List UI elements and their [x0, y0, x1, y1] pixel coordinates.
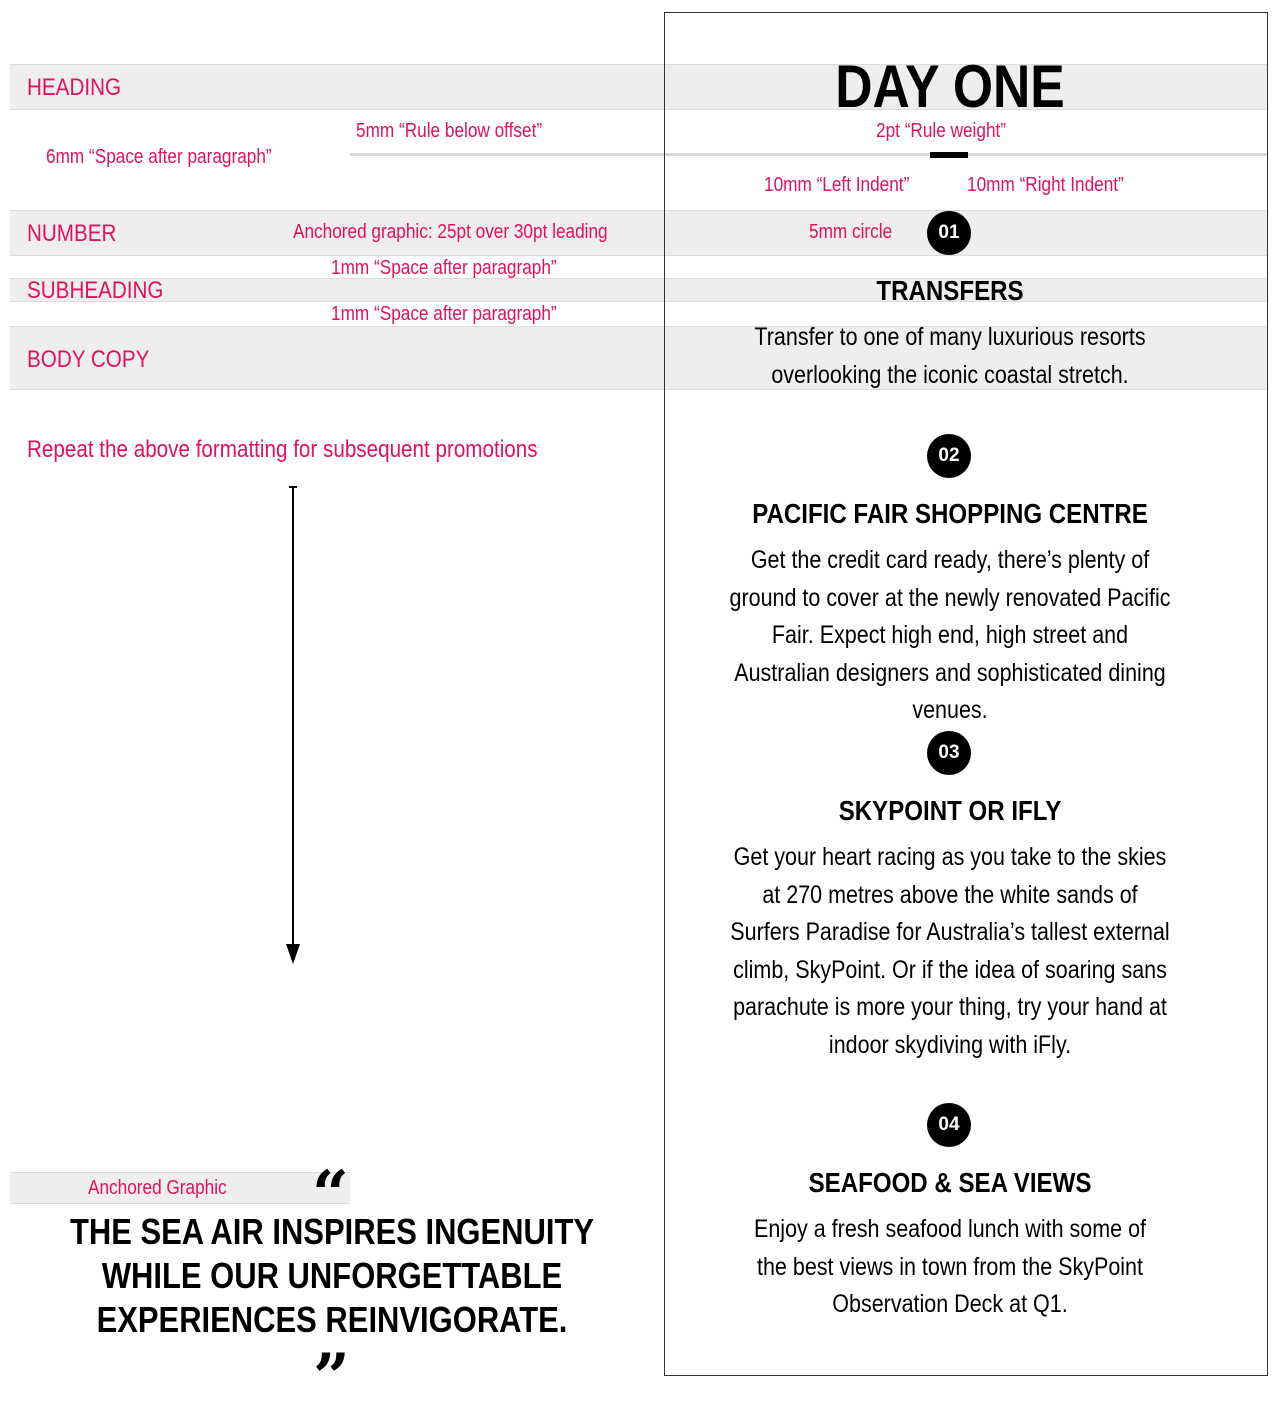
- item-title: SEAFOOD & SEA VIEWS: [808, 1167, 1092, 1198]
- pull-quote: THE SEA AIR INSPIRES INGENUITY WHILE OUR…: [69, 1211, 595, 1340]
- item-title: TRANSFERS: [876, 275, 1024, 306]
- down-arrow-icon: [286, 486, 300, 964]
- day-heading: DAY ONE: [835, 53, 1065, 120]
- body-copy-label: BODY COPY: [27, 346, 150, 373]
- item-body: Get the credit card ready, there’s plent…: [729, 546, 1171, 724]
- heading-rule: [930, 152, 968, 158]
- number-label: NUMBER: [27, 220, 117, 247]
- number-circle: 04: [927, 1103, 971, 1147]
- item-title: PACIFIC FAIR SHOPPING CENTRE: [752, 498, 1148, 529]
- space-after-subheading-note: 1mm “Space after paragraph”: [331, 303, 557, 325]
- number-circle: 02: [927, 434, 971, 478]
- close-quote-icon: ”: [313, 1340, 350, 1415]
- anchored-graphic-note: Anchored graphic: 25pt over 30pt leading: [293, 221, 608, 243]
- subheading-label: SUBHEADING: [27, 277, 164, 304]
- item-body: Get your heart racing as you take to the…: [730, 843, 1170, 1059]
- rule-below-offset-note: 5mm “Rule below offset”: [356, 120, 543, 142]
- item-title: SKYPOINT OR IFLY: [838, 795, 1062, 826]
- heading-label: HEADING: [27, 74, 122, 101]
- item-body: Transfer to one of many luxurious resort…: [754, 323, 1146, 389]
- item-body: Enjoy a fresh seafood lunch with some of…: [754, 1215, 1146, 1318]
- anchored-graphic-quote-note: Anchored Graphic: [88, 1177, 227, 1199]
- number-circle: 01: [927, 211, 971, 255]
- number-circle: 03: [927, 731, 971, 775]
- repeat-note: Repeat the above formatting for subseque…: [27, 436, 538, 463]
- space-after-number-note: 1mm “Space after paragraph”: [331, 257, 557, 279]
- space-after-heading-note: 6mm “Space after paragraph”: [46, 146, 272, 168]
